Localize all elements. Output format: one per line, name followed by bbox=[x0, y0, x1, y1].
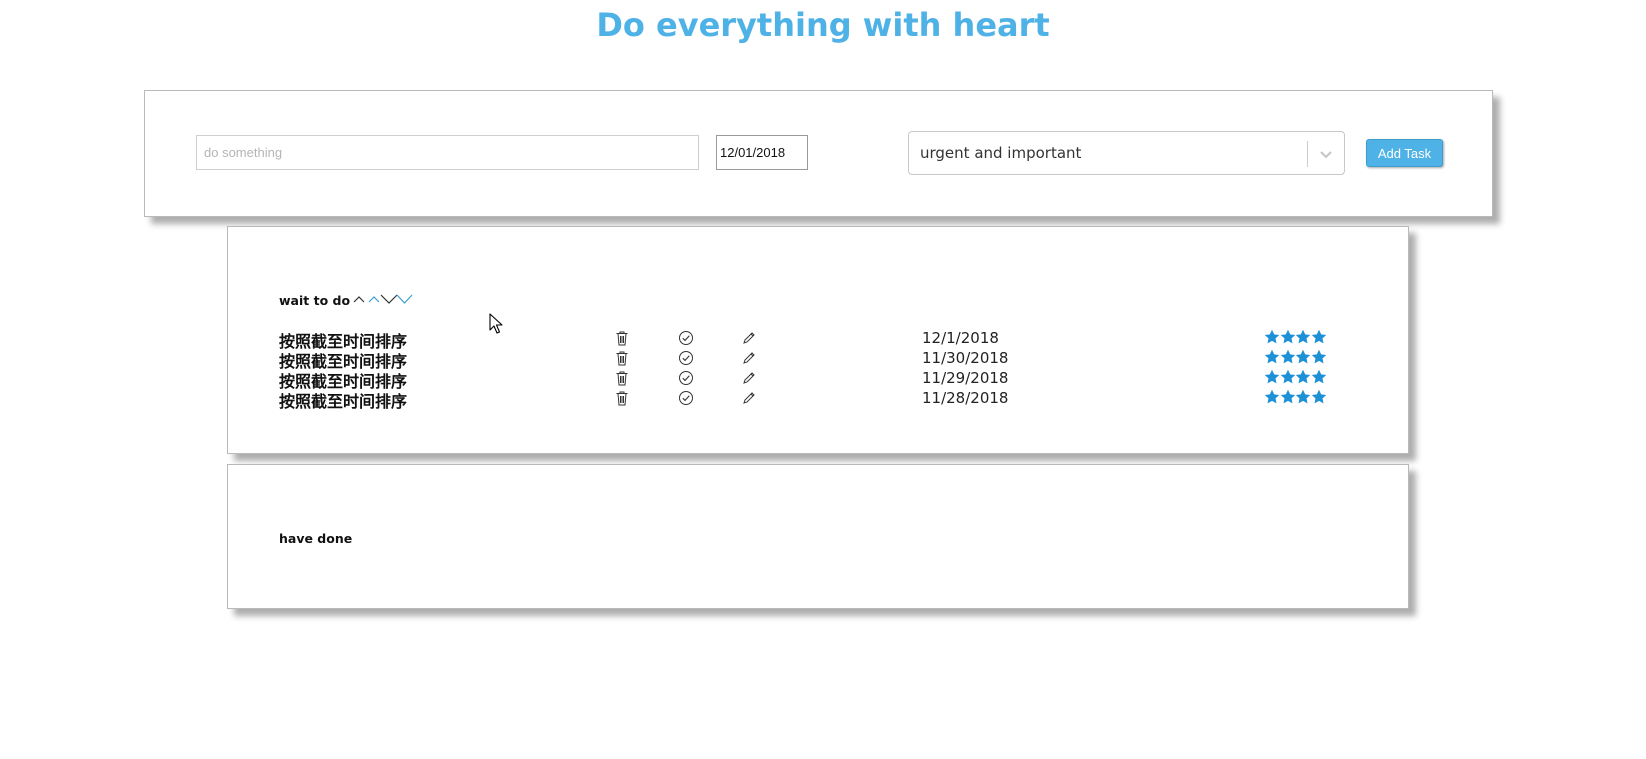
star-rating bbox=[1264, 389, 1334, 405]
date-value: 12/01/2018 bbox=[720, 145, 786, 160]
done-section-title: have done bbox=[279, 531, 353, 546]
page-title: Do everything with heart bbox=[596, 6, 1050, 44]
task-date: 12/1/2018 bbox=[922, 329, 999, 347]
trash-icon[interactable] bbox=[614, 350, 630, 366]
pencil-icon[interactable] bbox=[741, 350, 757, 366]
check-circle-icon[interactable] bbox=[678, 330, 694, 346]
pencil-icon[interactable] bbox=[741, 390, 757, 406]
priority-select[interactable]: urgent and important bbox=[908, 131, 1345, 175]
task-date: 11/29/2018 bbox=[922, 369, 1009, 387]
select-divider bbox=[1307, 141, 1308, 167]
star-icon bbox=[1311, 349, 1326, 364]
trash-icon[interactable] bbox=[614, 390, 630, 406]
chevron-down-icon[interactable] bbox=[1316, 144, 1336, 164]
star-rating bbox=[1264, 329, 1334, 345]
chevron-down-icon[interactable] bbox=[396, 290, 413, 309]
task-row: 按照截至时间排序 12/1/2018 bbox=[228, 328, 1408, 351]
star-icon bbox=[1311, 329, 1326, 344]
priority-selected-value: urgent and important bbox=[920, 144, 1082, 162]
pencil-icon[interactable] bbox=[741, 330, 757, 346]
task-name: 按照截至时间排序 bbox=[279, 392, 408, 411]
task-row: 按照截至时间排序 11/28/2018 bbox=[228, 388, 1408, 411]
todo-section-title: wait to do bbox=[279, 293, 351, 308]
star-rating bbox=[1264, 369, 1334, 385]
star-icon bbox=[1280, 369, 1295, 384]
check-circle-icon[interactable] bbox=[678, 370, 694, 386]
star-icon bbox=[1264, 349, 1280, 364]
star-icon bbox=[1264, 329, 1280, 344]
star-icon bbox=[1295, 329, 1311, 344]
add-task-button[interactable]: Add Task bbox=[1366, 139, 1443, 167]
task-date: 11/30/2018 bbox=[922, 349, 1009, 367]
task-date: 11/28/2018 bbox=[922, 389, 1009, 407]
star-icon bbox=[1295, 349, 1311, 364]
star-icon bbox=[1311, 369, 1326, 384]
trash-icon[interactable] bbox=[614, 370, 630, 386]
trash-icon[interactable] bbox=[614, 330, 630, 346]
cursor-icon bbox=[489, 313, 505, 335]
add-task-panel: 12/01/2018 urgent and important Add Task bbox=[144, 90, 1493, 217]
star-icon bbox=[1280, 349, 1295, 364]
done-panel: have done bbox=[227, 464, 1409, 609]
task-input[interactable] bbox=[196, 135, 699, 170]
date-field[interactable]: 12/01/2018 bbox=[716, 135, 808, 170]
star-icon bbox=[1295, 369, 1311, 384]
task-row: 按照截至时间排序 11/30/2018 bbox=[228, 348, 1408, 371]
pencil-icon[interactable] bbox=[741, 370, 757, 386]
star-icon bbox=[1311, 389, 1326, 404]
sort-controls bbox=[353, 290, 415, 304]
star-icon bbox=[1280, 329, 1295, 344]
star-rating bbox=[1264, 349, 1334, 365]
star-icon bbox=[1264, 389, 1280, 404]
task-row: 按照截至时间排序 11/29/2018 bbox=[228, 368, 1408, 391]
chevron-up-icon[interactable] bbox=[368, 290, 380, 309]
chevron-up-icon[interactable] bbox=[353, 290, 365, 309]
check-circle-icon[interactable] bbox=[678, 390, 694, 406]
star-icon bbox=[1295, 389, 1311, 404]
star-icon bbox=[1280, 389, 1295, 404]
star-icon bbox=[1264, 369, 1280, 384]
check-circle-icon[interactable] bbox=[678, 350, 694, 366]
todo-panel: wait to do 按照截至时间排序 12/1/2018 按照截至时间排序 1… bbox=[227, 226, 1409, 454]
